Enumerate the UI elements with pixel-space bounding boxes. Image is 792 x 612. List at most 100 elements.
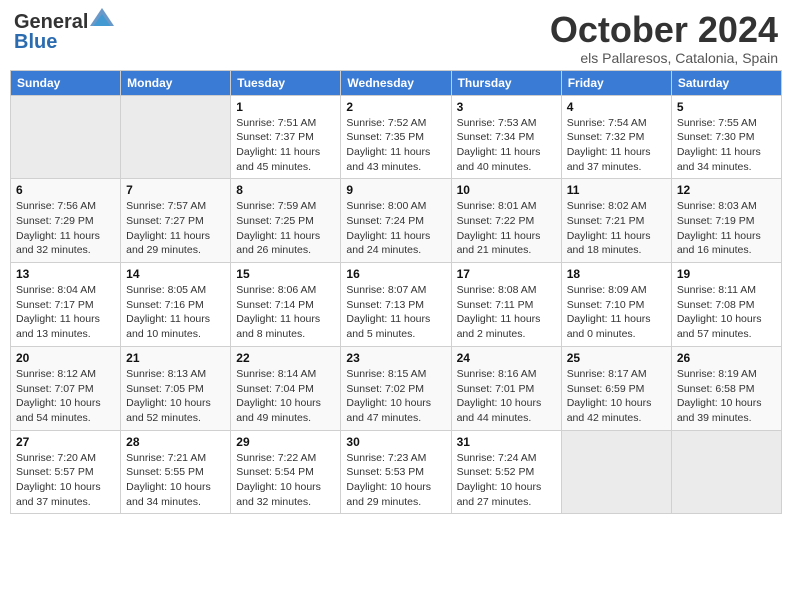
logo-blue-text: Blue: [14, 31, 57, 53]
calendar-cell: 8 Sunrise: 7:59 AMSunset: 7:25 PMDaylight…: [231, 179, 341, 263]
day-number: 23: [346, 351, 445, 365]
calendar-cell: 24Sunrise: 8:16 AMSunset: 7:01 PMDayligh…: [451, 346, 561, 430]
calendar-cell: 15Sunrise: 8:06 AMSunset: 7:14 PMDayligh…: [231, 263, 341, 347]
calendar-week-4: 20Sunrise: 8:12 AMSunset: 7:07 PMDayligh…: [11, 346, 782, 430]
day-info: Sunrise: 8:01 AMSunset: 7:22 PMDaylight:…: [457, 199, 556, 258]
day-number: 18: [567, 267, 666, 281]
calendar-cell: 3 Sunrise: 7:53 AMSunset: 7:34 PMDaylight…: [451, 95, 561, 179]
col-header-friday: Friday: [561, 70, 671, 95]
logo-icon: [90, 8, 114, 26]
calendar-cell: 30 Sunrise: 7:23 AMSunset: 5:53 PMDayligh…: [341, 430, 451, 514]
calendar-cell: 4 Sunrise: 7:54 AMSunset: 7:32 PMDaylight…: [561, 95, 671, 179]
calendar-cell: 29 Sunrise: 7:22 AMSunset: 5:54 PMDayligh…: [231, 430, 341, 514]
calendar-cell: [671, 430, 781, 514]
day-number: 19: [677, 267, 776, 281]
calendar-cell: 13Sunrise: 8:04 AMSunset: 7:17 PMDayligh…: [11, 263, 121, 347]
location-text: els Pallaresos, Catalonia, Spain: [550, 50, 778, 66]
day-number: 14: [126, 267, 225, 281]
day-number: 8: [236, 183, 335, 197]
day-info: Sunrise: 7:22 AMSunset: 5:54 PMDaylight:…: [236, 451, 335, 510]
day-number: 10: [457, 183, 556, 197]
day-info: Sunrise: 7:54 AMSunset: 7:32 PMDaylight:…: [567, 116, 666, 175]
calendar-cell: 23Sunrise: 8:15 AMSunset: 7:02 PMDayligh…: [341, 346, 451, 430]
calendar-cell: 12 Sunrise: 8:03 AMSunset: 7:19 PMDayligh…: [671, 179, 781, 263]
calendar-cell: 21 Sunrise: 8:13 AMSunset: 7:05 PMDayligh…: [121, 346, 231, 430]
day-info: Sunrise: 8:12 AMSunset: 7:07 PMDaylight:…: [16, 367, 115, 426]
calendar-cell: 19 Sunrise: 8:11 AMSunset: 7:08 PMDayligh…: [671, 263, 781, 347]
day-info: Sunrise: 7:23 AMSunset: 5:53 PMDaylight:…: [346, 451, 445, 510]
day-info: Sunrise: 7:56 AMSunset: 7:29 PMDaylight:…: [16, 199, 115, 258]
day-info: Sunrise: 7:21 AMSunset: 5:55 PMDaylight:…: [126, 451, 225, 510]
calendar-cell: 10 Sunrise: 8:01 AMSunset: 7:22 PMDayligh…: [451, 179, 561, 263]
day-number: 6: [16, 183, 115, 197]
day-number: 25: [567, 351, 666, 365]
day-info: Sunrise: 8:00 AMSunset: 7:24 PMDaylight:…: [346, 199, 445, 258]
day-number: 31: [457, 435, 556, 449]
day-info: Sunrise: 7:24 AMSunset: 5:52 PMDaylight:…: [457, 451, 556, 510]
logo: General Blue: [14, 10, 114, 52]
month-title: October 2024: [550, 10, 778, 50]
day-info: Sunrise: 8:14 AMSunset: 7:04 PMDaylight:…: [236, 367, 335, 426]
calendar-week-2: 6 Sunrise: 7:56 AMSunset: 7:29 PMDaylight…: [11, 179, 782, 263]
calendar-cell: 14Sunrise: 8:05 AMSunset: 7:16 PMDayligh…: [121, 263, 231, 347]
calendar-cell: 28 Sunrise: 7:21 AMSunset: 5:55 PMDayligh…: [121, 430, 231, 514]
day-info: Sunrise: 7:59 AMSunset: 7:25 PMDaylight:…: [236, 199, 335, 258]
day-number: 11: [567, 183, 666, 197]
col-header-tuesday: Tuesday: [231, 70, 341, 95]
day-info: Sunrise: 8:07 AMSunset: 7:13 PMDaylight:…: [346, 283, 445, 342]
calendar-cell: 26 Sunrise: 8:19 AMSunset: 6:58 PMDayligh…: [671, 346, 781, 430]
calendar-cell: [121, 95, 231, 179]
calendar-cell: 18 Sunrise: 8:09 AMSunset: 7:10 PMDayligh…: [561, 263, 671, 347]
calendar-cell: 7Sunrise: 7:57 AMSunset: 7:27 PMDaylight…: [121, 179, 231, 263]
day-number: 27: [16, 435, 115, 449]
calendar-cell: 27 Sunrise: 7:20 AMSunset: 5:57 PMDayligh…: [11, 430, 121, 514]
calendar-week-1: 1 Sunrise: 7:51 AMSunset: 7:37 PMDaylight…: [11, 95, 782, 179]
day-number: 22: [236, 351, 335, 365]
day-number: 30: [346, 435, 445, 449]
calendar-week-5: 27 Sunrise: 7:20 AMSunset: 5:57 PMDayligh…: [11, 430, 782, 514]
day-info: Sunrise: 8:19 AMSunset: 6:58 PMDaylight:…: [677, 367, 776, 426]
calendar-cell: [561, 430, 671, 514]
calendar-cell: 20Sunrise: 8:12 AMSunset: 7:07 PMDayligh…: [11, 346, 121, 430]
day-info: Sunrise: 7:52 AMSunset: 7:35 PMDaylight:…: [346, 116, 445, 175]
day-number: 16: [346, 267, 445, 281]
day-info: Sunrise: 8:09 AMSunset: 7:10 PMDaylight:…: [567, 283, 666, 342]
calendar-cell: 22 Sunrise: 8:14 AMSunset: 7:04 PMDayligh…: [231, 346, 341, 430]
day-info: Sunrise: 7:51 AMSunset: 7:37 PMDaylight:…: [236, 116, 335, 175]
day-info: Sunrise: 7:53 AMSunset: 7:34 PMDaylight:…: [457, 116, 556, 175]
day-info: Sunrise: 8:03 AMSunset: 7:19 PMDaylight:…: [677, 199, 776, 258]
calendar-cell: 5Sunrise: 7:55 AMSunset: 7:30 PMDaylight…: [671, 95, 781, 179]
calendar-cell: 11 Sunrise: 8:02 AMSunset: 7:21 PMDayligh…: [561, 179, 671, 263]
day-info: Sunrise: 8:02 AMSunset: 7:21 PMDaylight:…: [567, 199, 666, 258]
col-header-saturday: Saturday: [671, 70, 781, 95]
day-info: Sunrise: 8:17 AMSunset: 6:59 PMDaylight:…: [567, 367, 666, 426]
day-number: 1: [236, 100, 335, 114]
day-info: Sunrise: 7:20 AMSunset: 5:57 PMDaylight:…: [16, 451, 115, 510]
day-info: Sunrise: 8:08 AMSunset: 7:11 PMDaylight:…: [457, 283, 556, 342]
day-number: 28: [126, 435, 225, 449]
day-number: 3: [457, 100, 556, 114]
col-header-thursday: Thursday: [451, 70, 561, 95]
day-info: Sunrise: 8:11 AMSunset: 7:08 PMDaylight:…: [677, 283, 776, 342]
col-header-sunday: Sunday: [11, 70, 121, 95]
calendar-cell: 1 Sunrise: 7:51 AMSunset: 7:37 PMDaylight…: [231, 95, 341, 179]
day-number: 26: [677, 351, 776, 365]
day-number: 12: [677, 183, 776, 197]
day-number: 4: [567, 100, 666, 114]
calendar-header-row: SundayMondayTuesdayWednesdayThursdayFrid…: [11, 70, 782, 95]
title-block: October 2024 els Pallaresos, Catalonia, …: [550, 10, 778, 66]
calendar-cell: 25 Sunrise: 8:17 AMSunset: 6:59 PMDayligh…: [561, 346, 671, 430]
day-info: Sunrise: 8:13 AMSunset: 7:05 PMDaylight:…: [126, 367, 225, 426]
day-info: Sunrise: 7:55 AMSunset: 7:30 PMDaylight:…: [677, 116, 776, 175]
col-header-monday: Monday: [121, 70, 231, 95]
calendar-cell: [11, 95, 121, 179]
day-number: 9: [346, 183, 445, 197]
day-number: 21: [126, 351, 225, 365]
calendar-cell: 2 Sunrise: 7:52 AMSunset: 7:35 PMDaylight…: [341, 95, 451, 179]
day-info: Sunrise: 7:57 AMSunset: 7:27 PMDaylight:…: [126, 199, 225, 258]
day-number: 29: [236, 435, 335, 449]
page-header: General Blue October 2024 els Pallaresos…: [10, 10, 782, 66]
day-number: 15: [236, 267, 335, 281]
col-header-wednesday: Wednesday: [341, 70, 451, 95]
day-number: 2: [346, 100, 445, 114]
